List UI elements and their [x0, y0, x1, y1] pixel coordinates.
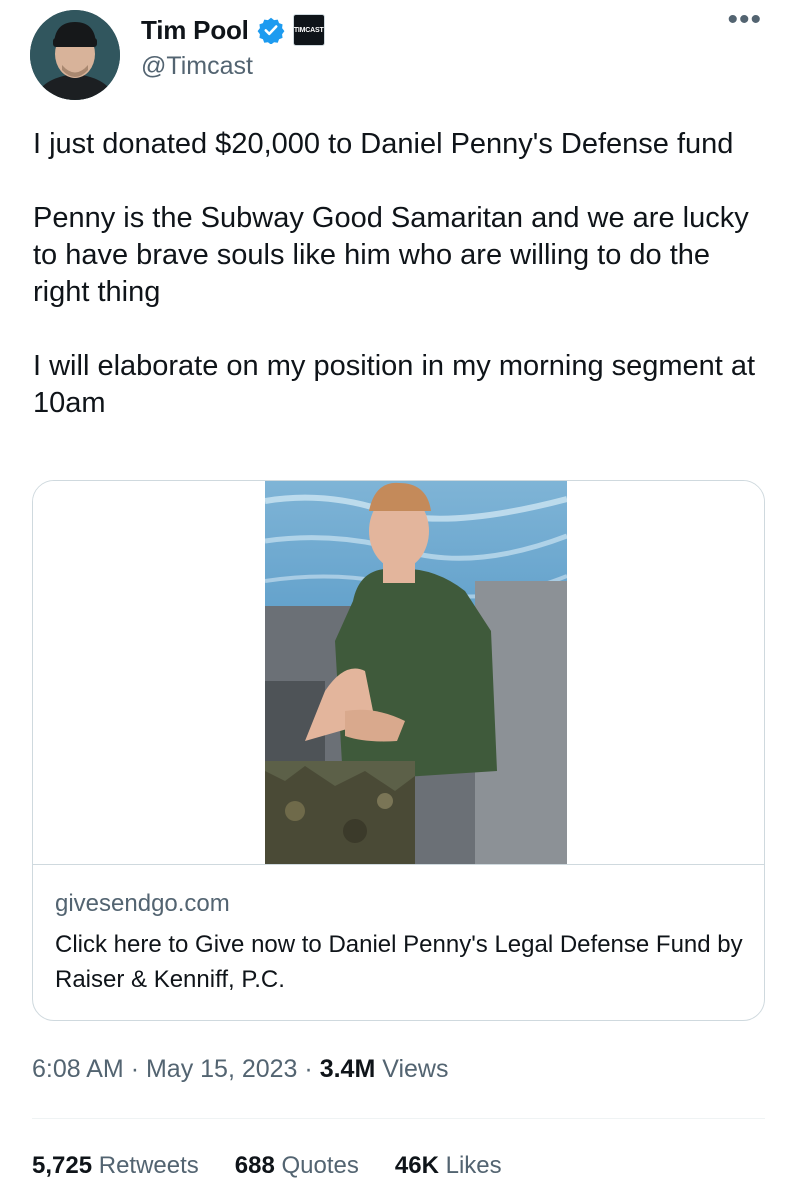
views-label: Views [382, 1055, 449, 1083]
author-display-name[interactable]: Tim Pool [141, 15, 249, 46]
tweet-text: I just donated $20,000 to Daniel Penny's… [33, 128, 756, 419]
retweets-label: Retweets [98, 1152, 199, 1179]
retweets-stat[interactable]: 5,725 Retweets [32, 1152, 199, 1180]
tweet-header: Tim Pool TIMCAST @Timcast ••• [0, 0, 796, 110]
quotes-label: Quotes [281, 1152, 359, 1179]
author-handle[interactable]: @Timcast [141, 52, 253, 81]
views-count: 3.4M [319, 1055, 376, 1083]
author-name-row: Tim Pool TIMCAST [141, 14, 325, 46]
card-photo [265, 481, 567, 864]
card-domain: givesendgo.com [55, 890, 230, 917]
card-image-area[interactable] [33, 481, 764, 865]
likes-stat[interactable]: 46K Likes [395, 1152, 502, 1180]
tweet-timestamp-row: 6:08 AM · May 15, 2023 · 3.4M Views [32, 1055, 449, 1084]
quotes-count: 688 [234, 1152, 275, 1179]
separator-dot: · [304, 1055, 313, 1083]
likes-label: Likes [445, 1152, 502, 1179]
link-card[interactable]: givesendgo.com Click here to Give now to… [32, 480, 765, 1021]
more-horizontal-icon[interactable]: ••• [727, 5, 762, 35]
verified-badge-icon [257, 16, 285, 45]
card-title[interactable]: Click here to Give now to Daniel Penny's… [55, 927, 745, 997]
divider [32, 1118, 765, 1119]
separator-dot: · [130, 1055, 140, 1083]
engagement-stats: 5,725 Retweets 688 Quotes 46K Likes [32, 1152, 538, 1180]
tweet-time[interactable]: 6:08 AM [32, 1055, 124, 1083]
affiliate-badge-icon[interactable]: TIMCAST [292, 14, 325, 46]
quotes-stat[interactable]: 688 Quotes [235, 1152, 359, 1180]
likes-count: 46K [394, 1152, 439, 1179]
tweet-date[interactable]: May 15, 2023 [146, 1055, 298, 1083]
avatar[interactable] [30, 10, 120, 100]
retweets-count: 5,725 [32, 1152, 93, 1179]
